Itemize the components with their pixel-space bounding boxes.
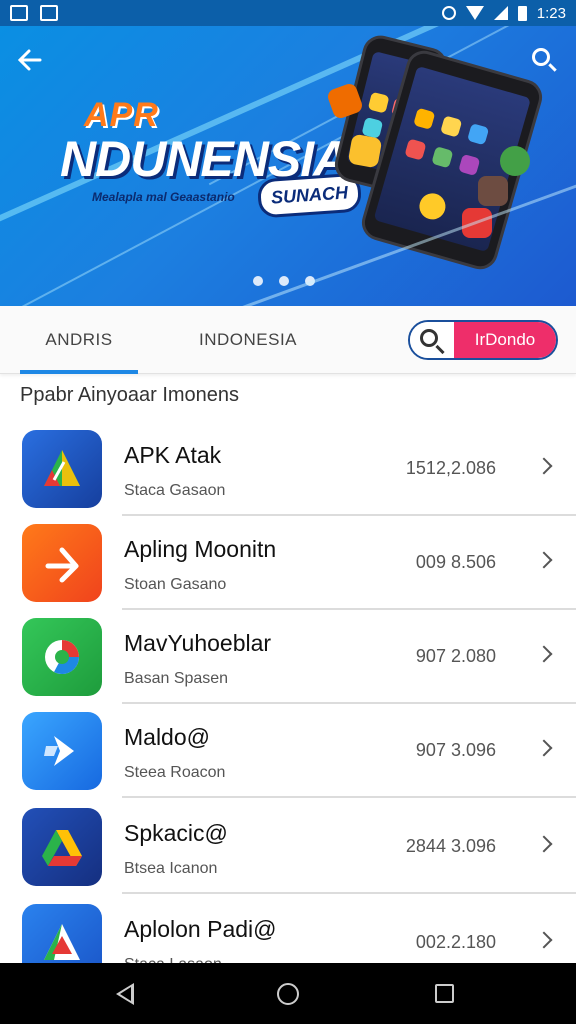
app-count: 907 2.080 [415, 646, 496, 666]
app-name: Apling Moonitn [124, 536, 277, 562]
app-count: 009 8.506 [415, 552, 496, 572]
app-subtitle: Btsea Icanon [124, 860, 218, 877]
nav-home-icon[interactable] [277, 983, 299, 1005]
notification-icons [10, 5, 58, 21]
app-count: 1512,2.086 [405, 458, 496, 478]
app-name: Maldo@ [124, 724, 210, 750]
tab-bar: ANDRIS INDONESIA IrDondo [0, 306, 576, 374]
app-count: 2844 3.096 [405, 836, 496, 856]
app-icon [22, 712, 102, 790]
signal-icon [493, 6, 508, 20]
app-icon [22, 430, 102, 508]
status-time: 1:23 [536, 4, 566, 22]
app-subtitle: Basan Spasen [124, 670, 229, 687]
swirl-logo-icon [45, 640, 79, 674]
app-notification-icon [40, 5, 58, 21]
battery-icon [517, 5, 527, 21]
arrow-logo-icon [44, 736, 74, 766]
back-button[interactable] [16, 46, 46, 76]
status-bar: 1:23 [0, 0, 576, 26]
app-name: Spkacic@ [124, 820, 228, 846]
app-name: MavYuhoeblar [124, 630, 272, 656]
app-count: 907 3.096 [415, 740, 496, 760]
hero-subtitle: Mealapla mal Geaastanio [92, 190, 235, 204]
app-subtitle: Stoan Gasano [124, 576, 227, 593]
floating-app-icon [462, 208, 492, 238]
arrow-left-icon [17, 49, 42, 71]
carousel-dot[interactable] [279, 276, 289, 286]
app-count: 002.2.180 [415, 932, 496, 952]
alarm-icon [441, 6, 456, 20]
search-pill-label: IrDondo [454, 322, 556, 358]
triangle-logo-icon [44, 450, 80, 486]
tab-indonesia[interactable]: INDONESIA [178, 306, 318, 374]
app-subtitle: Steea Roacon [124, 764, 226, 781]
section-title: Ppabr Ainyoaar Imonens [20, 384, 240, 406]
drive-logo-icon [42, 830, 82, 866]
list-item[interactable]: Apling Moonitn Stoan Gasano 009 8.506 [0, 516, 576, 610]
wifi-icon [465, 6, 484, 20]
floating-app-icon [347, 133, 383, 169]
app-icon [22, 524, 102, 602]
chevron-right-icon [535, 457, 553, 475]
floating-app-icon [478, 176, 508, 206]
carousel-dot[interactable] [253, 276, 263, 286]
chevron-right-icon [535, 835, 553, 853]
app-subtitle: Staca Gasaon [124, 482, 226, 499]
search-button[interactable] [530, 46, 560, 76]
hero-banner[interactable]: APR NDUNENSIA Mealapla mal Geaastanio SU… [0, 26, 576, 306]
divider [122, 892, 576, 894]
chevron-right-icon [535, 551, 553, 569]
play-arrow-icon [45, 547, 79, 583]
nav-back-icon[interactable] [116, 983, 134, 1005]
divider [122, 796, 576, 798]
nav-recents-icon[interactable] [435, 984, 454, 1003]
chevron-right-icon [535, 645, 553, 663]
tab-andris[interactable]: ANDRIS [20, 306, 138, 374]
list-item[interactable]: Maldo@ Steea Roacon 907 3.096 [0, 704, 576, 798]
triangle-logo-icon [44, 924, 80, 960]
app-icon [22, 618, 102, 696]
carousel-indicator[interactable] [253, 276, 315, 286]
app-icon [22, 808, 102, 886]
search-pill-button[interactable]: IrDondo [408, 320, 558, 360]
carousel-dot[interactable] [305, 276, 315, 286]
list-item[interactable]: APK Atak Staca Gasaon 1512,2.086 [0, 422, 576, 516]
app-name: APK Atak [124, 442, 222, 468]
chevron-right-icon [535, 931, 553, 949]
search-icon [410, 322, 454, 358]
list-item[interactable]: Spkacic@ Btsea Icanon 2844 3.096 [0, 800, 576, 894]
app-name: Aplolon Padi@ [124, 916, 277, 942]
floating-app-icon [500, 146, 530, 176]
chevron-right-icon [535, 739, 553, 757]
system-icons: 1:23 [441, 4, 566, 22]
system-navigation-bar [0, 963, 576, 1024]
list-item[interactable]: MavYuhoeblar Basan Spasen 907 2.080 [0, 610, 576, 704]
image-notification-icon [10, 5, 28, 21]
